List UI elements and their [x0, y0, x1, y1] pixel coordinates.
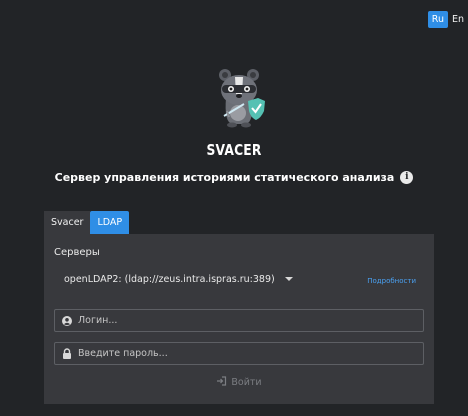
login-page: Ru En SVACER Сервер управления историями…	[0, 0, 468, 416]
server-select[interactable]: openLDAP2: (ldap://zeus.intra.ispras.ru:…	[54, 268, 304, 290]
app-subtitle-text: Сервер управления историями статического…	[54, 171, 395, 184]
server-select-value: openLDAP2: (ldap://zeus.intra.ispras.ru:…	[64, 273, 275, 285]
password-input[interactable]	[76, 348, 423, 359]
auth-tabs: Svacer LDAP	[44, 211, 130, 234]
login-button[interactable]: Войти	[44, 376, 434, 389]
app-title: SVACER	[206, 141, 262, 159]
password-field	[54, 342, 424, 365]
app-subtitle: Сервер управления историями статического…	[0, 171, 468, 184]
details-link[interactable]: Подробности	[367, 277, 416, 285]
sign-in-icon	[216, 376, 227, 389]
badger-mascot-icon	[219, 69, 265, 128]
lang-en-button[interactable]: En	[448, 11, 468, 28]
login-input[interactable]	[76, 315, 423, 326]
info-icon[interactable]: i	[400, 171, 414, 184]
ldap-login-panel: Серверы openLDAP2: (ldap://zeus.intra.is…	[44, 234, 434, 404]
login-button-label: Войти	[231, 377, 262, 388]
chevron-down-icon	[284, 277, 293, 281]
user-icon	[58, 315, 76, 326]
lang-ru-button[interactable]: Ru	[427, 11, 448, 28]
login-field	[54, 309, 424, 332]
language-switch: Ru En	[427, 11, 468, 28]
servers-label: Серверы	[54, 247, 100, 258]
lock-icon	[58, 348, 76, 359]
tab-ldap[interactable]: LDAP	[90, 211, 130, 234]
tab-svacer[interactable]: Svacer	[44, 211, 91, 234]
